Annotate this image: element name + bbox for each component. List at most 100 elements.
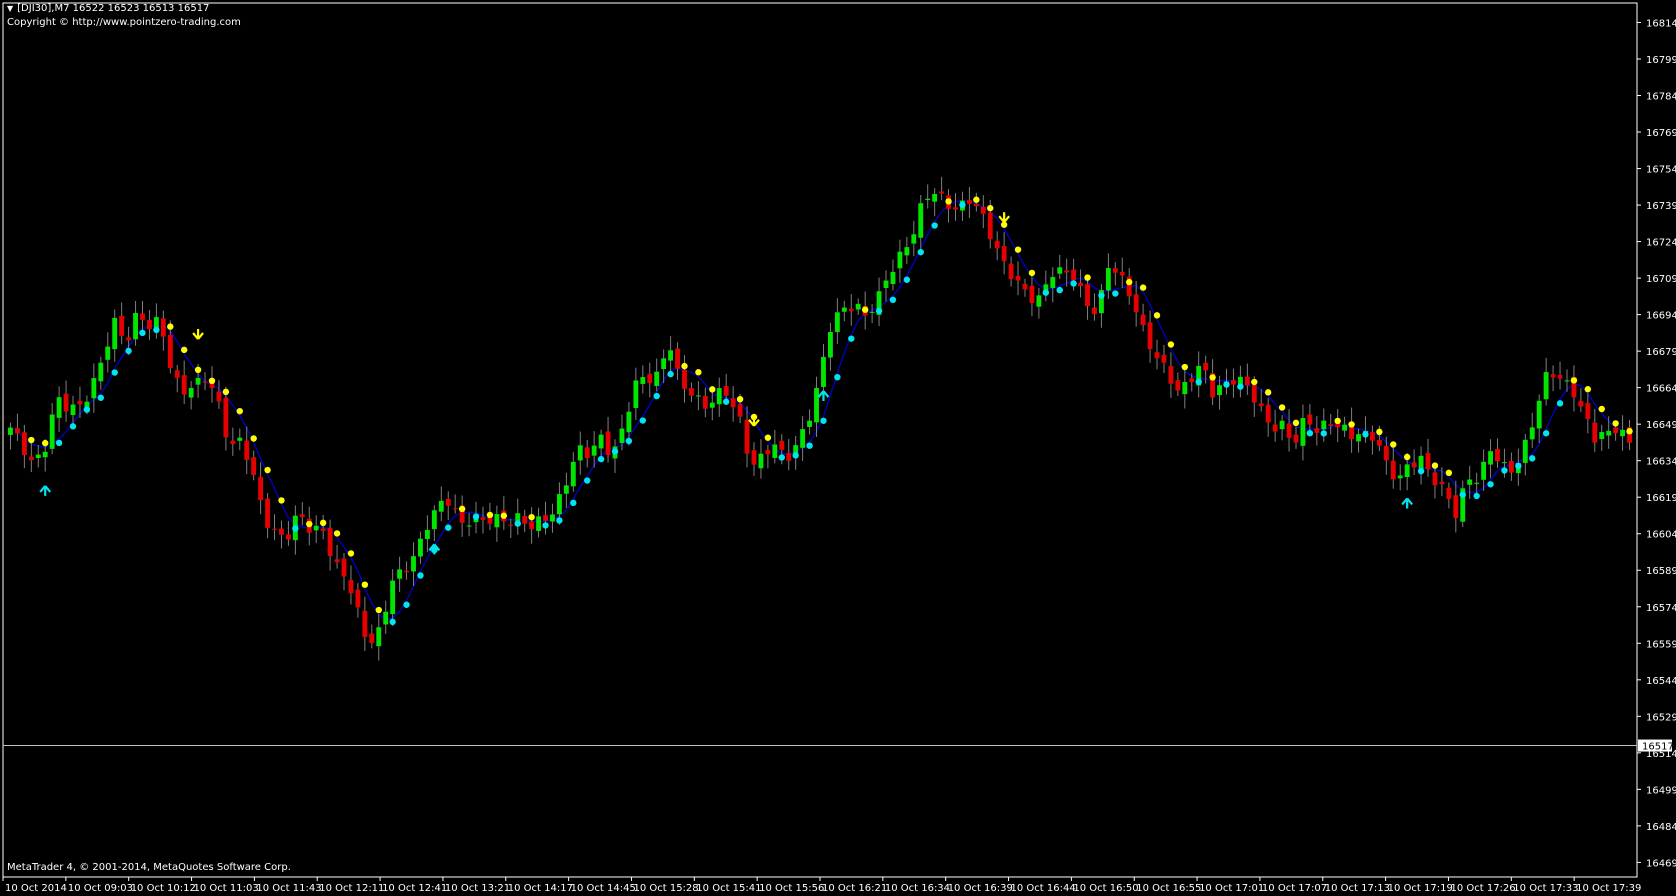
candle-body — [369, 633, 375, 644]
candle-body — [1557, 374, 1563, 379]
candle-body — [1606, 430, 1612, 436]
y-tick-label: 16769 — [1646, 128, 1676, 139]
candle-body — [1397, 475, 1403, 479]
y-tick-label: 16619 — [1646, 493, 1676, 504]
y-tick-label: 16469 — [1646, 858, 1676, 869]
buy-arrow-icon — [1401, 497, 1414, 509]
candle-body — [1425, 452, 1431, 470]
trend-dot-up — [848, 335, 855, 342]
candle-body — [1543, 372, 1549, 400]
candle-body — [452, 508, 458, 510]
candle-body — [702, 395, 708, 409]
y-tick-label: 16694 — [1646, 311, 1676, 322]
candle-body — [848, 308, 854, 312]
sell-arrow-icon — [192, 329, 204, 340]
candle-body — [160, 318, 166, 337]
candle-body — [1578, 400, 1584, 407]
candle-body — [1272, 424, 1278, 432]
candle-body — [841, 307, 847, 312]
trend-dot-down — [764, 434, 772, 441]
candle-body — [174, 370, 180, 378]
trend-dot-up — [1417, 467, 1425, 475]
candle-body — [814, 388, 819, 423]
symbol-line-text: [DJI30],M7 16522 16523 16513 16517 — [17, 3, 210, 14]
candle-body — [543, 515, 548, 521]
trend-dot-up — [1070, 280, 1077, 287]
candle-body — [904, 247, 910, 256]
candle-body — [251, 457, 257, 475]
candle-body — [536, 516, 542, 531]
price-chart[interactable]: 16814 16799 16784 16769 16754 16739 16724 16709… — [0, 0, 1676, 896]
candle-body — [570, 461, 576, 487]
y-tick-label: 16484 — [1646, 822, 1676, 833]
candle-body — [1175, 380, 1181, 391]
y-tick-label: 16709 — [1646, 274, 1676, 285]
candle-body — [466, 525, 472, 527]
trend-dot-up — [514, 520, 521, 527]
candle-body — [1411, 462, 1417, 468]
candle-body — [480, 517, 486, 520]
candle-body — [91, 378, 97, 399]
trend-dot-down — [167, 323, 174, 330]
candle-body — [626, 411, 632, 433]
x-tick-label: 10 Oct 17:33 — [1513, 883, 1578, 894]
trend-dot-down — [28, 436, 35, 444]
trend-dot-up — [931, 222, 938, 229]
trend-dot-up — [584, 477, 591, 484]
current-price-label: 16517 — [1642, 742, 1674, 753]
candle-body — [675, 348, 680, 369]
candle-body — [411, 556, 416, 572]
candle-body — [112, 317, 118, 350]
trend-dot-up — [292, 525, 299, 532]
trend-dot-down — [319, 519, 327, 527]
candle-body — [1057, 267, 1063, 274]
candle-body — [431, 510, 437, 530]
trend-dot-up — [1501, 467, 1508, 474]
trend-dot-down — [180, 346, 188, 354]
candle-body — [1140, 314, 1146, 326]
y-tick-label: 16634 — [1646, 457, 1676, 468]
x-tick-label: 10 Oct 09:03 — [68, 883, 133, 894]
candle-body — [397, 569, 403, 579]
candle-body — [445, 498, 451, 506]
candle-body — [56, 397, 62, 418]
candle-body — [918, 203, 924, 238]
candle-body — [980, 206, 986, 214]
candle-body — [855, 303, 861, 310]
candle-body — [661, 358, 667, 370]
x-tick-label: 10 Oct 14:17 — [508, 883, 573, 894]
candle-body — [327, 527, 333, 556]
candle-body — [223, 397, 229, 438]
candle-body — [404, 570, 409, 573]
candle-body — [1474, 482, 1480, 484]
candle-body — [1439, 481, 1445, 485]
y-tick-label: 16664 — [1646, 384, 1676, 395]
candle-body — [8, 427, 13, 435]
trend-dot-down — [1570, 377, 1578, 384]
trend-dot-up — [625, 437, 633, 445]
candle-body — [1112, 268, 1118, 273]
candle-body — [1182, 382, 1188, 395]
candle-body — [216, 391, 222, 402]
candle-body — [63, 393, 69, 412]
x-tick-label: 10 Oct 15:56 — [759, 883, 824, 894]
x-tick-label: 10 Oct 16:44 — [1011, 883, 1076, 894]
trend-dot-up — [1195, 378, 1202, 386]
candle-body — [911, 234, 917, 244]
trend-dot-down — [1278, 404, 1286, 411]
triangle-down-icon[interactable]: ▼ — [7, 4, 13, 13]
x-tick-label: 10 Oct 11:03 — [194, 883, 259, 894]
candle-body — [758, 453, 764, 469]
candle-body — [1189, 378, 1195, 383]
candle-body — [730, 398, 736, 408]
candle-body — [1446, 487, 1452, 499]
candle-body — [362, 610, 368, 637]
trend-dot-down — [861, 306, 869, 313]
trend-dot-down — [1376, 428, 1383, 436]
trend-dot-up — [1237, 383, 1244, 390]
candle-body — [1154, 352, 1160, 359]
candle-body — [1008, 263, 1014, 280]
x-tick-label: 10 Oct 13:21 — [445, 883, 510, 894]
candle-body — [584, 447, 590, 459]
trend-dot-down — [1167, 341, 1175, 348]
